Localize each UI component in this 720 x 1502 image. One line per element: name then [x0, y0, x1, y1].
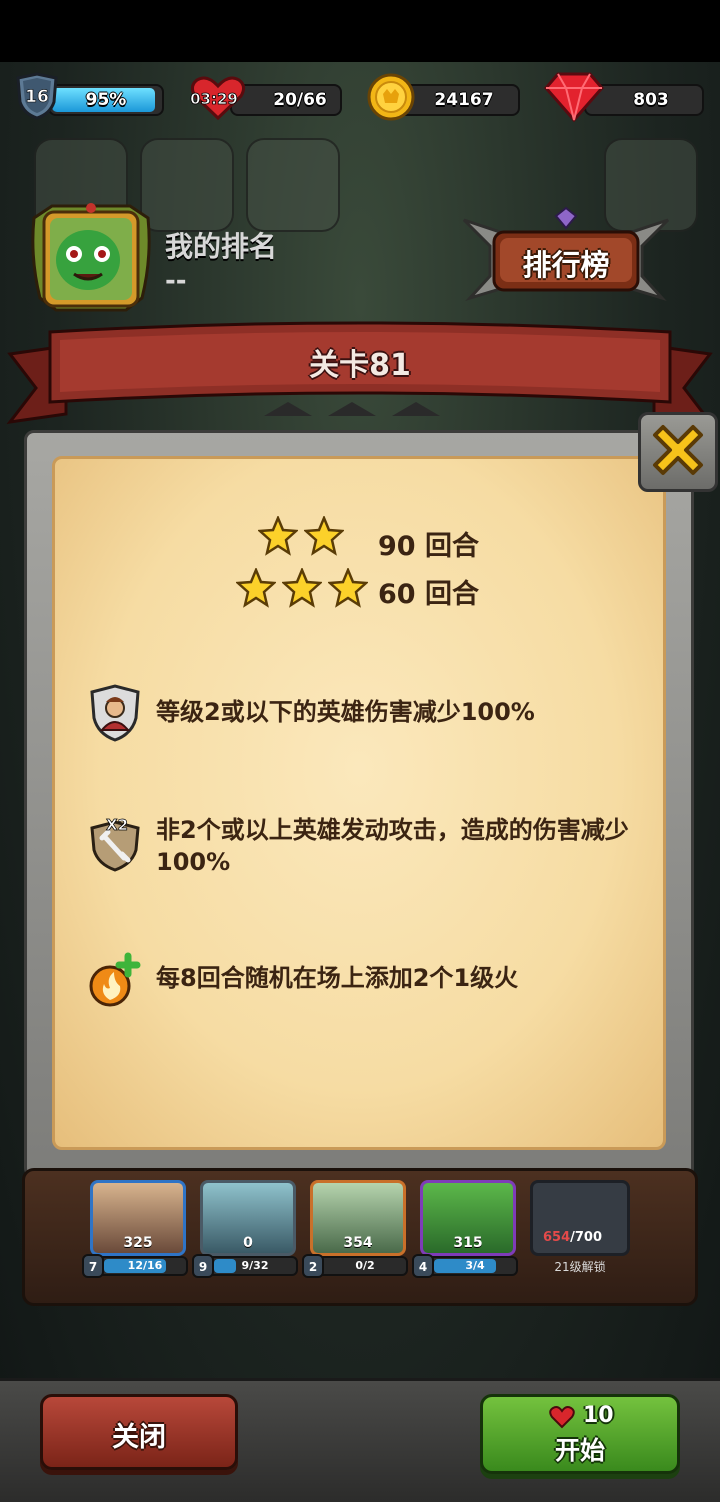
- rule-text: 非2个或以上英雄发动攻击，造成的伤害减少100%: [156, 816, 629, 876]
- star-icon: [282, 568, 322, 608]
- hero-power: 325: [123, 1235, 153, 1251]
- coin-icon: [367, 73, 415, 121]
- unlock-required: /700: [570, 1230, 603, 1245]
- hero-power: 315: [453, 1235, 483, 1251]
- svg-text:X2: X2: [106, 816, 128, 834]
- hero-progress: 2 0/2: [302, 1254, 408, 1278]
- locked-hero-slot[interactable]: 654/700: [530, 1180, 630, 1256]
- close-button-label: 关闭: [112, 1422, 166, 1453]
- hero-power: 354: [343, 1235, 373, 1251]
- hero-level: 4: [412, 1254, 434, 1278]
- hero-card[interactable]: 315: [420, 1180, 516, 1256]
- hero-progress: 4 3/4: [412, 1254, 518, 1278]
- energy-timer: 03:29: [190, 90, 238, 108]
- coin-count: 24167: [434, 90, 494, 110]
- start-button[interactable]: 10 开始: [480, 1394, 680, 1474]
- hero-progress-text: 12/16: [127, 1259, 163, 1272]
- heart-icon: 03:29: [190, 76, 246, 121]
- fire-plus-icon: [89, 952, 141, 1007]
- hero-shield-icon: [90, 684, 140, 742]
- hero-power: 0: [243, 1235, 253, 1251]
- hero-level: 2: [302, 1254, 324, 1278]
- my-rank-label: 我的排名: [165, 230, 278, 263]
- star-icon: [236, 568, 276, 608]
- two-star-rounds: 90 回合: [378, 531, 479, 562]
- level-shield-icon: 16: [16, 72, 58, 120]
- hero-card[interactable]: 0: [200, 1180, 296, 1256]
- three-star-rounds: 60 回合: [378, 579, 479, 610]
- sword-x2-icon: X2: [90, 816, 140, 872]
- stage-title: 关卡81: [309, 348, 411, 383]
- hero-progress: 7 12/16: [82, 1254, 188, 1278]
- hero-progress-text: 9/32: [241, 1259, 269, 1272]
- leaderboard-button-label: 排行榜: [522, 248, 610, 282]
- leaderboard-button[interactable]: 排行榜: [460, 206, 672, 306]
- close-x-icon: [653, 425, 703, 475]
- unlock-current: 654: [543, 1230, 571, 1245]
- hero-level: 9: [192, 1254, 214, 1278]
- star-icon: [258, 516, 298, 556]
- heart-icon: [549, 1406, 575, 1429]
- hero-card[interactable]: 354: [310, 1180, 406, 1256]
- hero-progress: 9 9/32: [192, 1254, 298, 1278]
- player-avatar[interactable]: [26, 198, 156, 320]
- xp-bar: 95%: [48, 84, 164, 116]
- rule-text: 等级2或以下的英雄伤害减少100%: [156, 698, 535, 726]
- star-icon: [328, 568, 368, 608]
- xp-percent: 95%: [85, 90, 127, 110]
- player-level: 16: [25, 87, 49, 107]
- status-bar-area: [0, 0, 720, 62]
- hero-level: 7: [82, 1254, 104, 1278]
- unlock-level-label: 21级解锁: [554, 1260, 606, 1274]
- hero-progress-text: 3/4: [465, 1259, 485, 1272]
- close-panel-button[interactable]: [638, 412, 718, 492]
- unlock-requirement: 654/700: [543, 1230, 623, 1245]
- coin-bar[interactable]: 24167: [398, 84, 520, 116]
- rule-text: 每8回合随机在场上添加2个1级火: [156, 964, 519, 992]
- start-button-label: 开始: [554, 1436, 605, 1465]
- close-button[interactable]: 关闭: [40, 1394, 238, 1470]
- parchment-scroll: [52, 456, 666, 1150]
- my-rank-value: --: [165, 266, 187, 296]
- gem-icon: [544, 72, 604, 122]
- star-icon: [304, 516, 344, 556]
- hero-card[interactable]: 325: [90, 1180, 186, 1256]
- emblem-button-bg: [246, 138, 340, 232]
- hero-progress-text: 0/2: [355, 1259, 375, 1272]
- start-cost: 10: [583, 1403, 614, 1428]
